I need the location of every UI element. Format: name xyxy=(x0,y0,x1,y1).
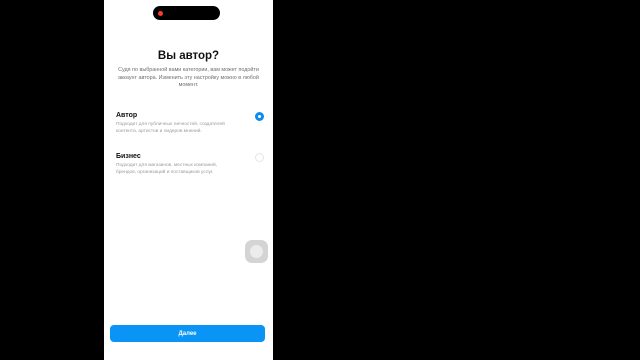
option-author-radio[interactable] xyxy=(255,112,264,121)
next-button[interactable]: Далее xyxy=(110,325,265,342)
recording-dot-icon xyxy=(158,11,163,16)
assistive-touch-icon[interactable] xyxy=(245,240,268,263)
page-subtitle: Судя по выбранной вами категории, вам мо… xyxy=(118,67,259,89)
screen-stage: Вы автор? Судя по выбранной вами категор… xyxy=(0,0,640,360)
phone-screen: Вы автор? Судя по выбранной вами категор… xyxy=(104,0,273,360)
option-business-description: Подходит для магазинов, местных компаний… xyxy=(116,163,217,175)
dynamic-island xyxy=(153,6,220,20)
account-type-option-author[interactable]: Автор Подходит для публичных личностей, … xyxy=(116,112,266,142)
account-type-option-business[interactable]: Бизнес Подходит для магазинов, местных к… xyxy=(116,153,266,183)
option-business-label: Бизнес xyxy=(116,153,141,160)
page-title: Вы автор? xyxy=(157,50,220,62)
option-author-label: Автор xyxy=(116,112,138,119)
option-author-description: Подходит для публичных личностей, создат… xyxy=(116,122,225,134)
option-business-radio[interactable] xyxy=(255,153,264,162)
assistive-touch-inner xyxy=(250,245,263,258)
